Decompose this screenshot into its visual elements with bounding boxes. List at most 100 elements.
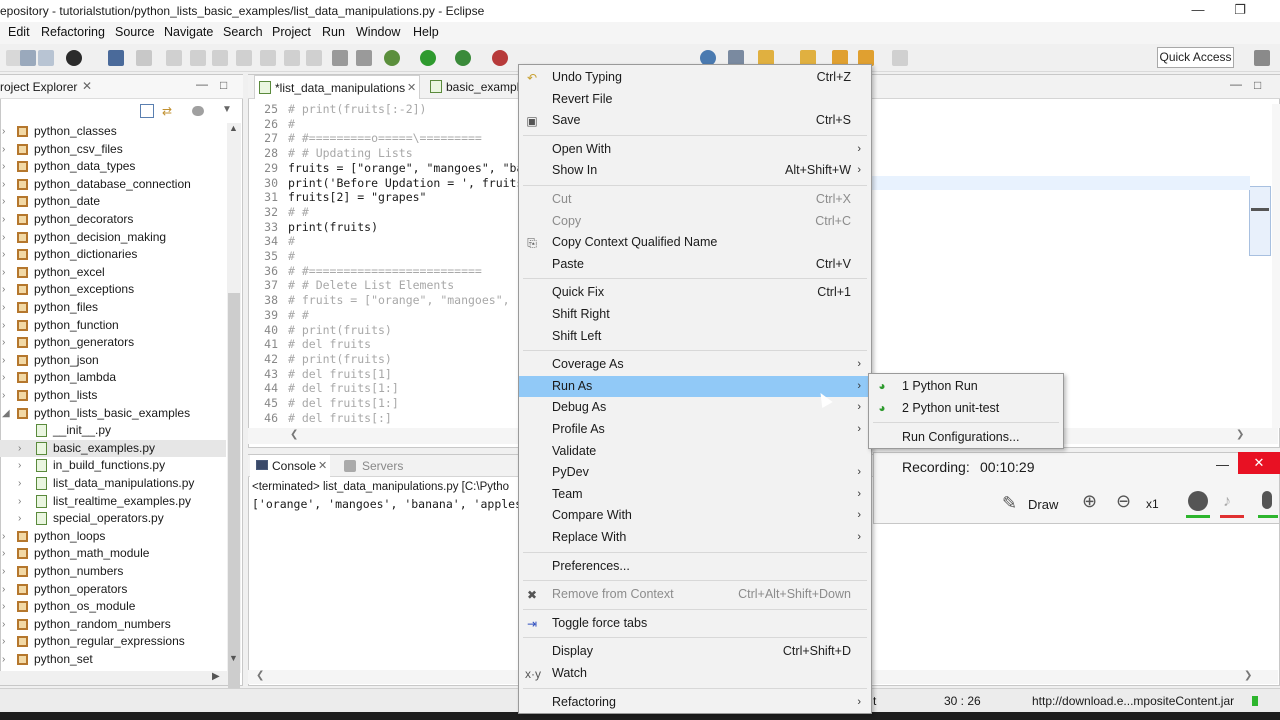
code-line[interactable]: 44 # del fruits[1:] [252,381,399,396]
quick-access-field[interactable]: Quick Access [1157,47,1234,68]
tree-item-package[interactable]: › python_regular_expressions [0,633,226,651]
scroll-down-icon[interactable]: ▼ [229,653,238,663]
tree-item-package[interactable]: › python_decorators [0,211,226,229]
run-icon[interactable] [420,50,436,66]
collapsed-arrow-icon[interactable]: › [2,193,12,210]
collapsed-arrow-icon[interactable]: › [2,651,12,668]
tree-item-package[interactable]: › python_generators [0,334,226,352]
tree-item-file[interactable]: › list_realtime_examples.py [0,493,226,511]
code-line[interactable]: 40 # print(fruits) [252,323,392,338]
tree-item-package[interactable]: › python_math_module [0,545,226,563]
tree-item-package[interactable]: › python_json [0,352,226,370]
code-line[interactable]: 33 print(fruits) [252,220,378,235]
save-icon[interactable] [38,50,54,66]
collapsed-arrow-icon[interactable]: › [2,352,12,369]
minimize-icon[interactable]: — [1188,2,1208,20]
restore-icon[interactable]: ❐ [1230,2,1250,20]
perspective-icon[interactable] [66,50,82,66]
submenu-item-run-configurations[interactable]: Run Configurations... [869,426,1063,448]
collapsed-arrow-icon[interactable]: › [2,123,12,140]
menu-item-profile-as[interactable]: Profile As › [519,419,871,441]
tree-item-package[interactable]: › python_csv_files [0,141,226,159]
scroll-thumb[interactable] [228,293,240,713]
tree-item-package[interactable]: › python_classes [0,123,226,141]
close-icon[interactable]: ✕ [1238,452,1280,474]
minimize-icon[interactable]: — [1216,457,1229,472]
collapsed-arrow-icon[interactable]: › [2,158,12,175]
collapsed-arrow-icon[interactable]: › [2,229,12,246]
collapsed-arrow-icon[interactable]: › [2,281,12,298]
tab-servers[interactable]: Servers [340,455,410,477]
tree-item-file[interactable]: __init__.py [0,422,226,440]
menu-item-watch[interactable]: x·y Watch [519,663,871,685]
tree-item-package[interactable]: › python_function [0,317,226,335]
scroll-left-icon[interactable]: ❮ [290,429,298,440]
code-line[interactable]: 43 # del fruits[1] [252,367,392,382]
tree-item-package[interactable]: › python_lists [0,387,226,405]
menu-project[interactable]: Project [272,25,311,39]
tree-item-package[interactable]: › python_loops [0,528,226,546]
drop-frame-icon[interactable] [332,50,348,66]
forward-icon[interactable] [892,50,908,66]
collapsed-arrow-icon[interactable]: › [18,440,28,457]
collapsed-arrow-icon[interactable]: › [18,457,28,474]
menu-search[interactable]: Search [223,25,263,39]
collapsed-arrow-icon[interactable]: › [2,598,12,615]
terminate-icon[interactable] [212,50,228,66]
project-explorer-tab[interactable]: roject Explorer ✕ — □ [0,75,243,99]
explorer-scrollbar[interactable]: ▲ ▼ [227,123,241,713]
collapsed-arrow-icon[interactable]: › [2,581,12,598]
menu-item-compare-with[interactable]: Compare With › [519,505,871,527]
code-area[interactable]: 25 # print(fruits[:-2]) 26 #27 # #=========o… [248,102,518,428]
maximize-editor-icon[interactable]: □ [1254,78,1261,92]
scroll-left-icon[interactable]: ❮ [256,670,264,681]
tree-item-package[interactable]: › python_set [0,651,226,669]
webcam-icon[interactable] [1188,491,1208,511]
tree-item-package[interactable]: › python_random_numbers [0,616,226,634]
close-icon[interactable]: ✕ [82,79,92,93]
skip-icon[interactable] [136,50,152,66]
menu-item-shift-right[interactable]: Shift Right [519,304,871,326]
tree-item-package[interactable]: › python_decision_making [0,229,226,247]
tab-console[interactable]: Console ✕ [250,455,330,477]
close-icon[interactable]: ✕ [318,459,327,472]
code-line[interactable]: 46 # del fruits[:] [252,411,392,426]
code-line[interactable]: 35 # [252,249,295,264]
menu-item-shift-left[interactable]: Shift Left [519,326,871,348]
step-return-icon[interactable] [306,50,322,66]
step-into-icon[interactable] [260,50,276,66]
collapsed-arrow-icon[interactable]: › [18,493,28,510]
link-editor-icon[interactable]: ⇄ [162,104,176,118]
open-perspective-icon[interactable] [1254,50,1270,66]
scroll-thumb[interactable] [1249,186,1271,256]
code-line[interactable]: 31 fruits[2] = "grapes" [252,190,426,205]
menu-window[interactable]: Window [356,25,400,39]
pencil-icon[interactable]: ✎ [1002,493,1017,514]
scroll-right-icon[interactable]: ▶ [212,671,220,682]
menu-source[interactable]: Source [115,25,155,39]
chevron-down-icon[interactable]: ▼ [222,104,232,115]
menu-item-coverage-as[interactable]: Coverage As › [519,354,871,376]
microphone-icon[interactable] [1262,491,1272,509]
tree-item-package[interactable]: ◢ python_lists_basic_examples [0,405,226,423]
menu-item-preferences[interactable]: Preferences... [519,556,871,578]
zoom-out-icon[interactable]: ⊖ [1116,491,1131,512]
menu-item-show-in[interactable]: Show In Alt+Shift+W › [519,160,871,182]
menu-item-copy-context-qualified-name[interactable]: ⎘ Copy Context Qualified Name [519,232,871,254]
collapsed-arrow-icon[interactable]: › [2,246,12,263]
tree-item-package[interactable]: › python_excel [0,264,226,282]
expanded-arrow-icon[interactable]: ◢ [2,405,12,422]
tree-item-file[interactable]: › special_operators.py [0,510,226,528]
collapsed-arrow-icon[interactable]: › [18,475,28,492]
code-line[interactable]: 37 # # Delete List Elements [252,278,454,293]
collapsed-arrow-icon[interactable]: › [2,334,12,351]
menu-item-undo-typing[interactable]: ↶ Undo Typing Ctrl+Z [519,67,871,89]
collapsed-arrow-icon[interactable]: › [2,299,12,316]
draw-button[interactable]: Draw [1028,497,1058,512]
collapsed-arrow-icon[interactable]: › [2,563,12,580]
collapse-all-icon[interactable] [140,104,154,118]
suspend-icon[interactable] [190,50,206,66]
step-over-icon[interactable] [284,50,300,66]
disconnect-icon[interactable] [236,50,252,66]
close-icon[interactable]: ✕ [407,81,416,94]
